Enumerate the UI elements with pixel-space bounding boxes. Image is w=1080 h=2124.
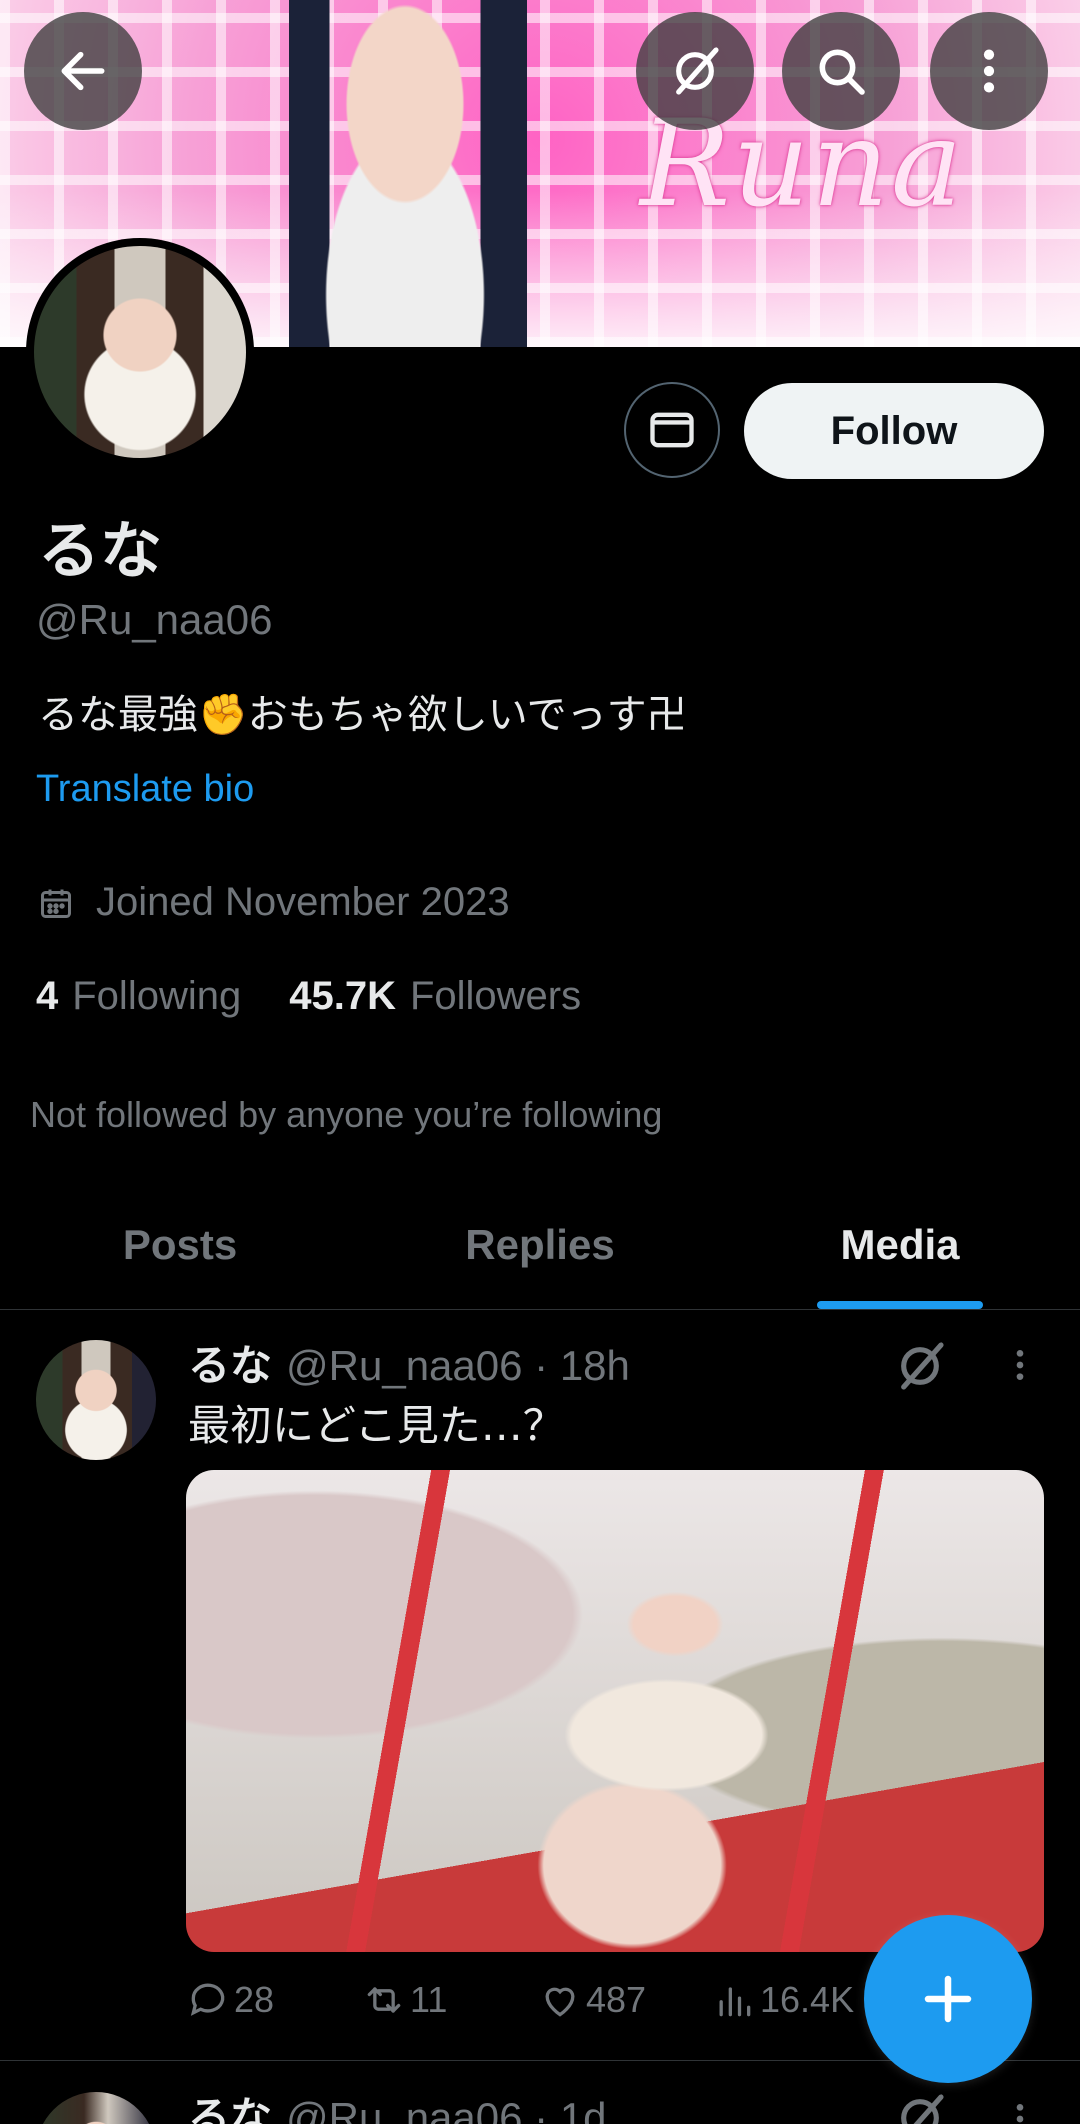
repost-count: 11 [410,1979,448,2020]
post-author-name[interactable]: るな [188,2084,272,2124]
following-link[interactable]: 4 Following [36,974,241,1019]
post-author-meta: @Ru_naa06 · 18h [286,1342,630,1389]
profile-bio: るな最強✊おもちゃ欲しいでっす卍 [38,692,687,738]
followers-count: 45.7K [289,974,396,1018]
post-media-image[interactable] [186,1470,1044,1952]
more-vertical-icon[interactable] [1000,1340,1040,1390]
plus-icon [924,1975,972,2023]
like-count: 487 [586,1979,647,2020]
translate-bio-link[interactable]: Translate bio [36,768,254,811]
post-avatar[interactable] [36,1340,156,1460]
profile-handle: @Ru_naa06 [36,596,273,643]
banner-illustration [260,0,550,347]
more-vertical-icon[interactable] [1000,2094,1040,2124]
heart-icon [545,1987,575,2017]
search-button[interactable] [782,12,900,130]
repost-icon [367,1987,401,2013]
profile-avatar[interactable] [26,238,254,466]
grok-button[interactable] [636,12,754,130]
arrow-left-icon [61,51,105,91]
tab-replies[interactable]: Replies [360,1180,720,1309]
reply-count: 28 [234,1979,275,2020]
followers-label: Followers [409,974,582,1018]
post-author-name[interactable]: るな [188,1332,272,1393]
search-icon [819,49,865,95]
compose-button[interactable] [864,1915,1032,2083]
following-label: Following [72,974,242,1018]
post-text: 最初にどこ見た…？ [188,1401,565,1450]
back-button[interactable] [24,12,142,130]
like-button[interactable]: 487 [538,1978,712,2022]
repost-button[interactable]: 11 [362,1978,538,2022]
follow-button[interactable]: Follow [744,383,1044,479]
post-actions: 28 11 487 16.4K [186,1978,862,2022]
tab-posts[interactable]: Posts [0,1180,360,1309]
joined-date: Joined November 2023 [38,880,510,925]
follow-stats: 4 Following 45.7K Followers [36,974,581,1019]
reply-icon [190,1983,225,2016]
post-header: るな @Ru_naa06 · 18h [188,1332,630,1393]
views-button[interactable]: 16.4K [712,1978,862,2022]
joined-text: Joined November 2023 [96,880,510,924]
post-author-meta: @Ru_naa06 · 1d [286,2094,607,2124]
not-followed-text: Not followed by anyone you’re following [30,1094,663,1135]
followers-link[interactable]: 45.7K Followers [289,974,581,1019]
calendar-icon [41,889,71,918]
profile-name: るな [38,514,163,587]
profile-tabs: Posts Replies Media [0,1180,1080,1310]
following-count: 4 [36,974,59,1018]
grok-icon[interactable] [892,2090,948,2124]
more-vertical-icon [983,49,995,93]
more-button[interactable] [930,12,1048,130]
tab-media[interactable]: Media [720,1180,1080,1309]
post-avatar[interactable] [36,2092,156,2124]
mail-icon [650,412,694,448]
post-header: るな @Ru_naa06 · 1d [188,2084,607,2124]
views-icon [719,1987,751,2017]
views-count: 16.4K [760,1979,855,2020]
grok-icon [676,47,719,95]
avatar-photo [34,246,246,458]
message-button[interactable] [624,382,720,478]
grok-icon[interactable] [892,1338,948,1394]
reply-button[interactable]: 28 [186,1978,362,2022]
